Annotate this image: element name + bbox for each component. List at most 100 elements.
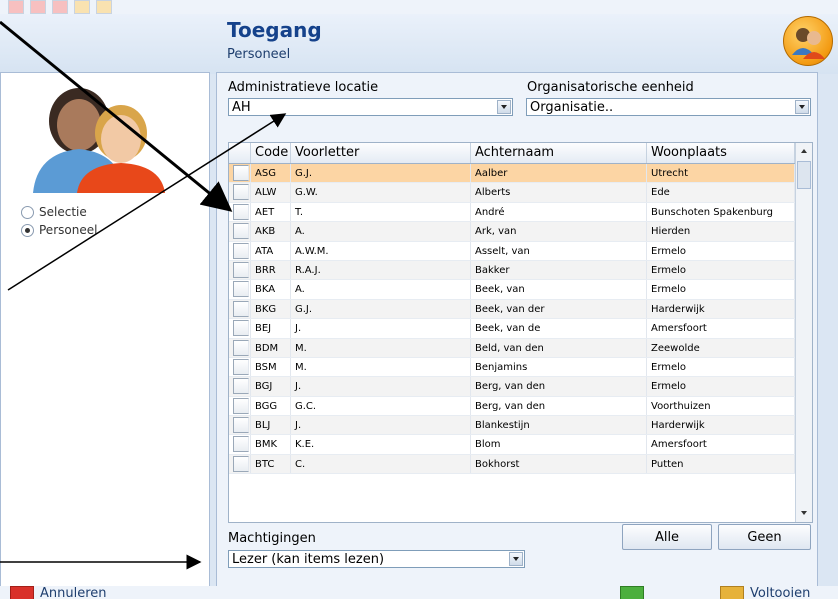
row-checkbox[interactable] (233, 397, 249, 414)
woonplaats-cell: Voorthuizen (647, 396, 795, 416)
voorletter-cell: A.W.M. (291, 241, 471, 260)
org-unit-label: Organisatorische eenheid (527, 80, 694, 95)
column-header-voorletter[interactable]: Voorletter (291, 143, 471, 163)
row-checkbox[interactable] (233, 242, 249, 259)
chevron-down-icon[interactable] (497, 100, 511, 114)
code-cell: BSM (251, 357, 291, 377)
page-subtitle: Personeel (227, 47, 291, 62)
code-cell: ATA (251, 241, 291, 260)
table-row[interactable]: BKA A. Beek, van Ermelo (229, 280, 795, 300)
permissions-select[interactable]: Lezer (kan items lezen) (228, 550, 525, 568)
row-checkbox[interactable] (233, 281, 249, 298)
voorletter-cell: K.E. (291, 435, 471, 454)
radio-dot (21, 205, 34, 219)
woonplaats-cell: Bunschoten Spakenburg (647, 202, 795, 222)
row-checkbox[interactable] (233, 261, 249, 278)
voorletter-cell: J. (291, 319, 471, 338)
row-checkbox[interactable] (233, 455, 249, 472)
column-header-woonplaats[interactable]: Woonplaats (647, 143, 795, 163)
row-checkbox[interactable] (233, 184, 249, 201)
scroll-up-icon[interactable] (797, 144, 811, 160)
code-cell: BGG (251, 396, 291, 416)
row-checkbox[interactable] (233, 339, 249, 356)
column-header-achternaam[interactable]: Achternaam (471, 143, 647, 163)
table-row[interactable]: BMK K.E. Blom Amersfoort (229, 435, 795, 455)
check-icon[interactable] (620, 586, 644, 599)
close-icon[interactable] (10, 586, 34, 599)
row-checkbox[interactable] (233, 203, 249, 220)
code-cell: BKA (251, 280, 291, 299)
row-checkbox[interactable] (233, 417, 249, 434)
woonplaats-cell: Ermelo (647, 357, 795, 377)
table-row[interactable]: BTC C. Bokhorst Putten (229, 454, 795, 475)
table-row[interactable]: BDM M. Beld, van den Zeewolde (229, 338, 795, 358)
row-select-cell (229, 377, 251, 396)
code-cell: BRR (251, 260, 291, 280)
table-row[interactable]: AET T. André Bunschoten Spakenburg (229, 202, 795, 223)
code-cell: AET (251, 202, 291, 222)
table-row[interactable]: BGJ J. Berg, van den Ermelo (229, 377, 795, 397)
select-none-button[interactable]: Geen (718, 524, 811, 550)
woonplaats-cell: Utrecht (647, 164, 795, 183)
cancel-button[interactable]: Annuleren (40, 586, 107, 599)
code-cell: ALW (251, 183, 291, 202)
table-row[interactable]: AKB A. Ark, van Hierden (229, 222, 795, 242)
chevron-down-icon[interactable] (509, 552, 523, 566)
radio-personeel[interactable]: Personeel (21, 223, 97, 237)
column-header-select (229, 143, 251, 163)
row-checkbox[interactable] (233, 358, 249, 375)
table-row[interactable]: BLJ J. Blankestijn Harderwijk (229, 416, 795, 436)
table-row[interactable]: BGG G.C. Berg, van den Voorthuizen (229, 396, 795, 417)
row-checkbox[interactable] (233, 378, 249, 395)
people-icon (29, 83, 179, 196)
users-icon (783, 16, 833, 66)
row-checkbox[interactable] (233, 436, 249, 453)
row-checkbox[interactable] (233, 165, 249, 181)
finish-button[interactable]: Voltooien (750, 586, 810, 599)
admin-location-value: AH (232, 100, 251, 115)
achternaam-cell: Beek, van de (471, 319, 647, 338)
row-select-cell (229, 319, 251, 338)
table-row[interactable]: BSM M. Benjamins Ermelo (229, 357, 795, 378)
table-row[interactable]: BKG G.J. Beek, van der Harderwijk (229, 299, 795, 320)
select-all-button[interactable]: Alle (622, 524, 712, 550)
row-checkbox[interactable] (233, 300, 249, 317)
column-header-code[interactable]: Code (251, 143, 291, 163)
woonplaats-cell: Ermelo (647, 241, 795, 260)
code-cell: BDM (251, 338, 291, 357)
code-cell: BTC (251, 454, 291, 474)
vertical-scrollbar[interactable] (795, 143, 812, 522)
woonplaats-cell: Hierden (647, 222, 795, 241)
voorletter-cell: C. (291, 454, 471, 474)
org-unit-select[interactable]: Organisatie.. (526, 98, 811, 116)
row-select-cell (229, 454, 251, 474)
table-row[interactable]: BRR R.A.J. Bakker Ermelo (229, 260, 795, 281)
row-checkbox[interactable] (233, 320, 249, 337)
admin-location-select[interactable]: AH (228, 98, 513, 116)
achternaam-cell: Beld, van den (471, 338, 647, 357)
scroll-thumb[interactable] (797, 161, 811, 189)
row-select-cell (229, 241, 251, 260)
table-row[interactable]: ASG G.J. Aalber Utrecht (229, 164, 795, 184)
row-select-cell (229, 396, 251, 416)
permissions-value: Lezer (kan items lezen) (232, 552, 385, 567)
radio-selectie[interactable]: Selectie (21, 205, 87, 219)
main-panel: Administratieve locatie AH Organisatoris… (216, 72, 818, 588)
chevron-down-icon[interactable] (795, 100, 809, 114)
permissions-label: Machtigingen (228, 531, 316, 546)
scroll-down-icon[interactable] (797, 505, 811, 521)
achternaam-cell: Berg, van den (471, 377, 647, 396)
achternaam-cell: Alberts (471, 183, 647, 202)
table-row[interactable]: BEJ J. Beek, van de Amersfoort (229, 319, 795, 339)
achternaam-cell: Benjamins (471, 357, 647, 377)
row-select-cell (229, 164, 251, 183)
finish-icon[interactable] (720, 586, 744, 599)
voorletter-cell: G.J. (291, 164, 471, 183)
radio-label: Selectie (39, 205, 87, 219)
table-row[interactable]: ATA A.W.M. Asselt, van Ermelo (229, 241, 795, 261)
table-row[interactable]: ALW G.W. Alberts Ede (229, 183, 795, 203)
voorletter-cell: R.A.J. (291, 260, 471, 280)
row-checkbox[interactable] (233, 223, 249, 240)
voorletter-cell: J. (291, 416, 471, 435)
radio-label: Personeel (39, 223, 98, 237)
